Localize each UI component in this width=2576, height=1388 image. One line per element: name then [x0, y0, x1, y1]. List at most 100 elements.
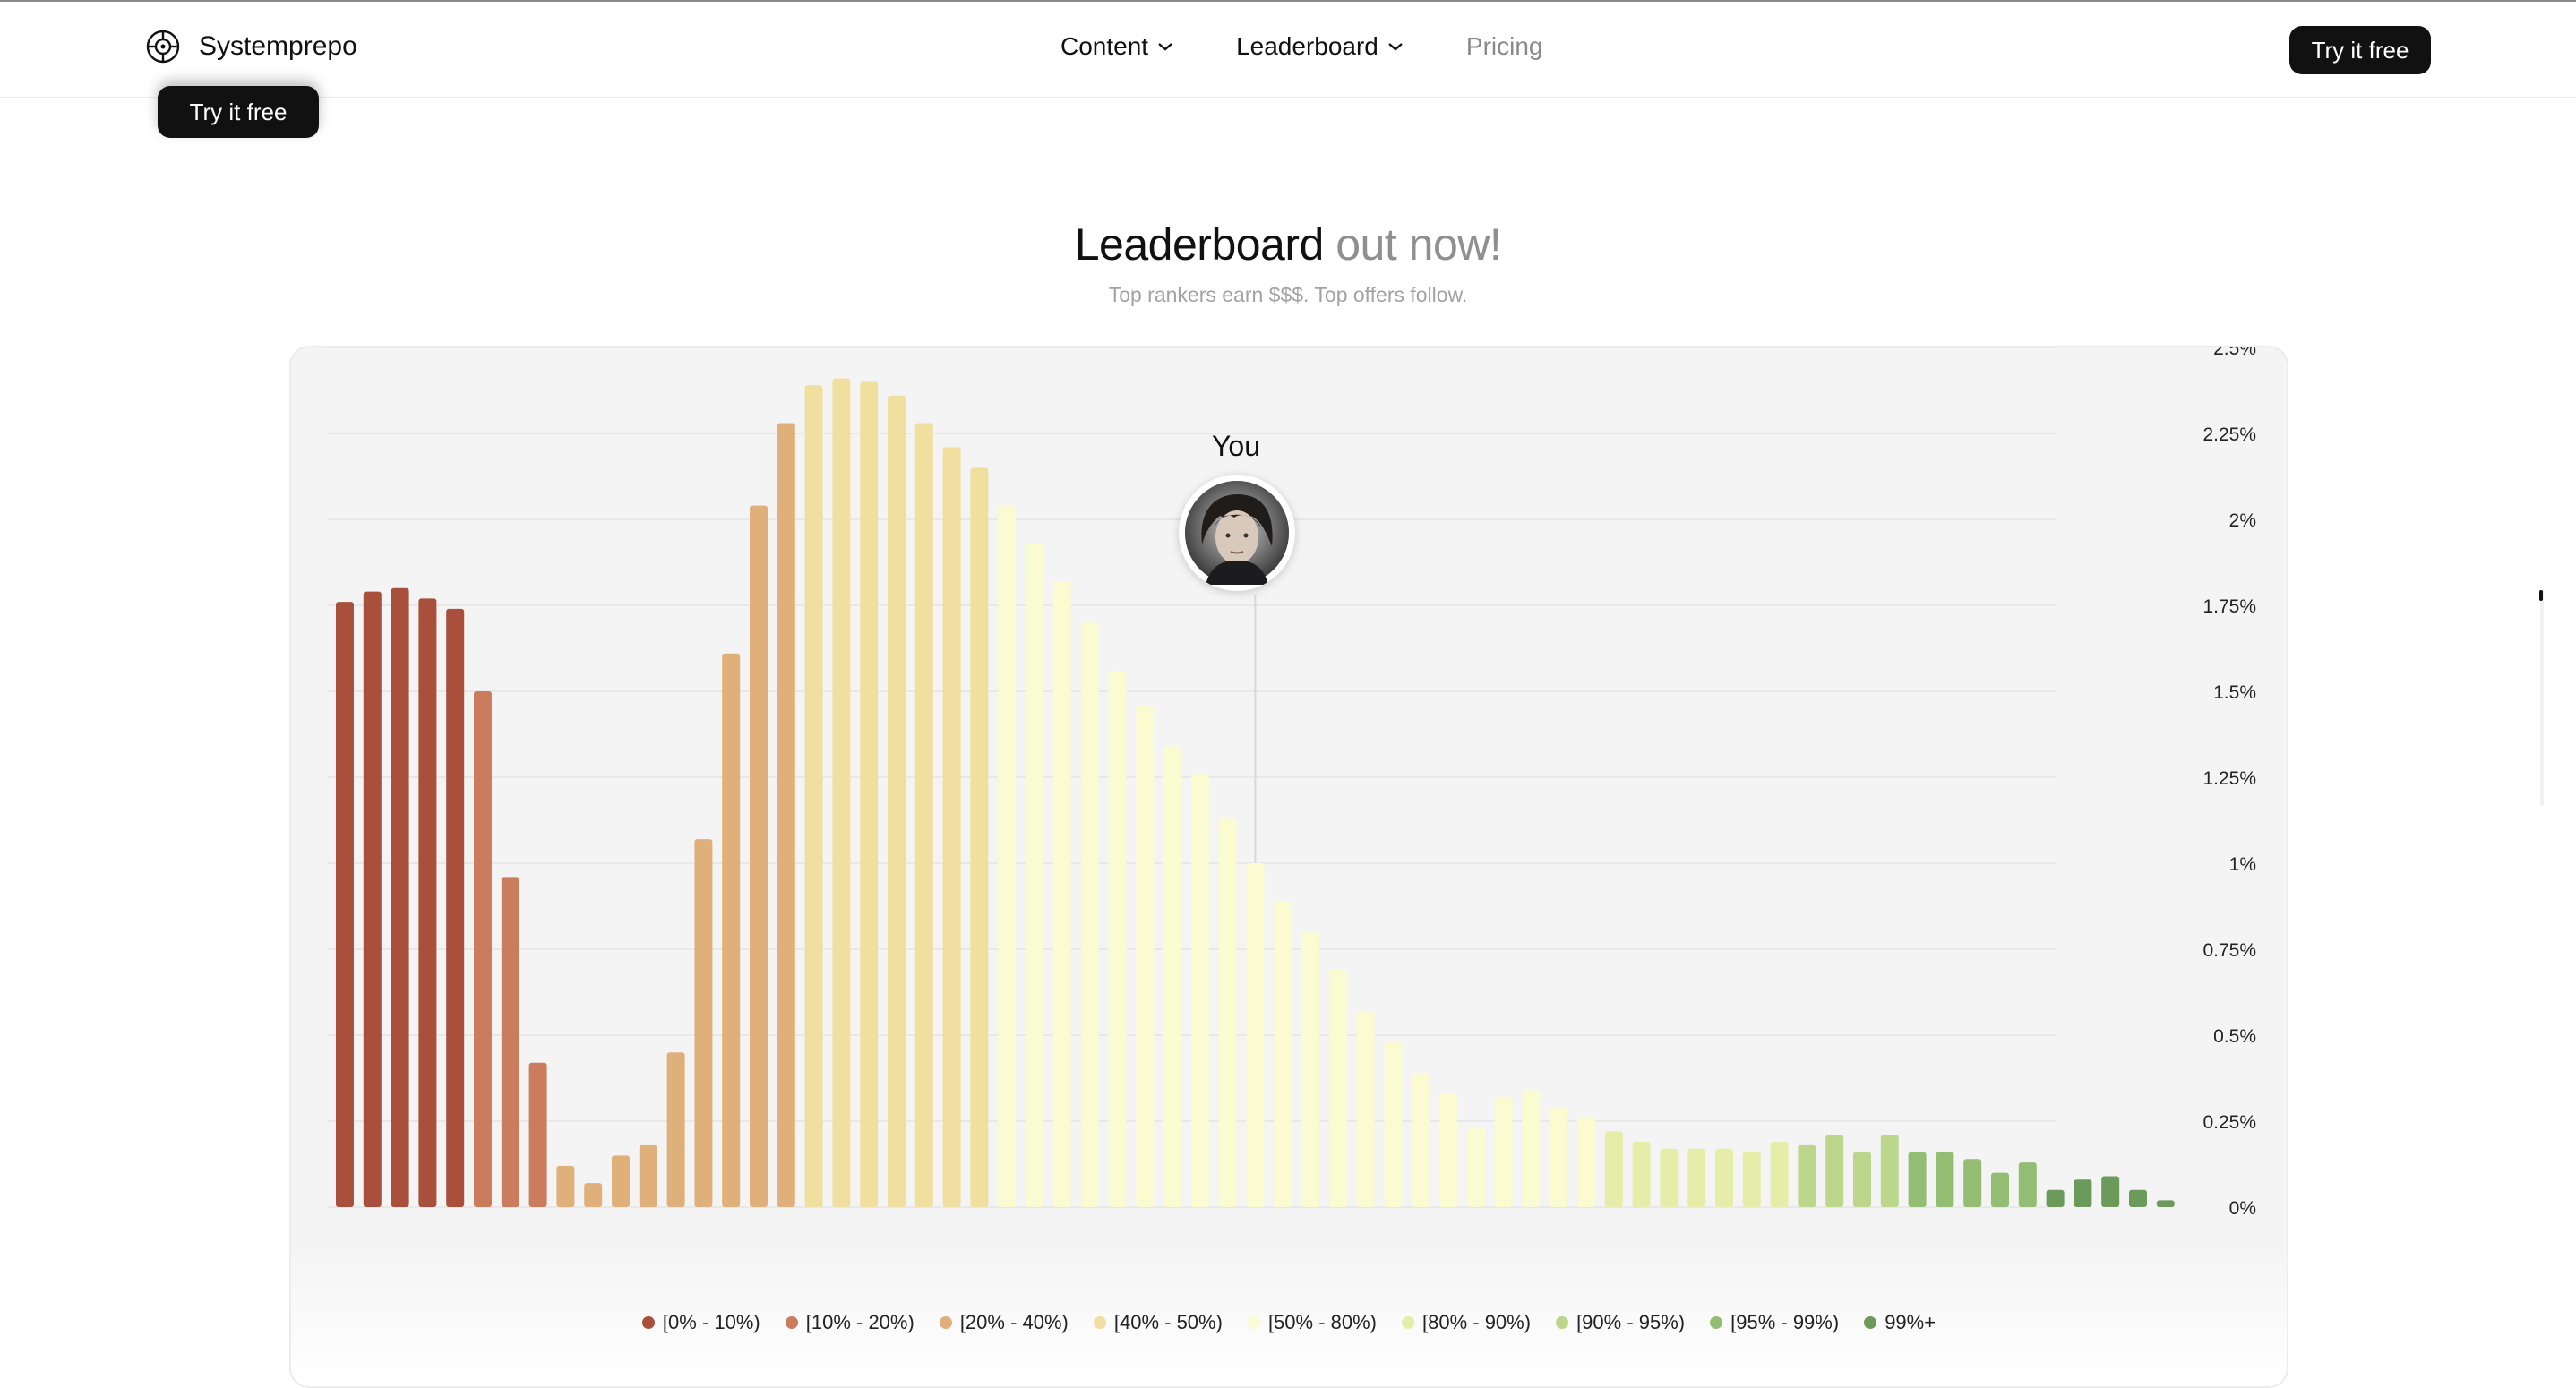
chart-bar[interactable] — [1880, 1135, 1899, 1207]
chart-bar[interactable] — [1908, 1152, 1927, 1207]
chart-bar[interactable] — [1660, 1148, 1679, 1207]
chart-bar[interactable] — [1026, 543, 1043, 1207]
chart-bar[interactable] — [750, 505, 768, 1207]
chart-bar[interactable] — [1246, 863, 1265, 1207]
chart-bar[interactable] — [418, 598, 437, 1207]
chart-bar[interactable] — [1632, 1142, 1651, 1207]
legend-swatch — [1247, 1316, 1260, 1329]
legend-item[interactable]: [90% - 95%) — [1556, 1311, 1685, 1334]
chart-bar[interactable] — [1328, 970, 1347, 1207]
nav-pricing[interactable]: Pricing — [1466, 32, 1543, 61]
chart-bar[interactable] — [777, 423, 795, 1208]
legend-item[interactable]: [10% - 20%) — [785, 1311, 914, 1334]
y-tick-label: 1.75% — [2202, 596, 2256, 617]
chart-bar[interactable] — [336, 602, 354, 1207]
legend-item[interactable]: [50% - 80%) — [1247, 1311, 1377, 1334]
legend-label: [90% - 95%) — [1576, 1311, 1686, 1333]
chart-bar[interactable] — [1550, 1107, 1568, 1207]
chart-bar[interactable] — [1356, 1011, 1375, 1207]
chart-bar[interactable] — [694, 839, 713, 1207]
chart-bar[interactable] — [860, 381, 879, 1207]
brand[interactable]: Systemprepo — [145, 29, 357, 64]
legend-swatch — [1402, 1316, 1414, 1329]
chart-bar[interactable] — [1715, 1148, 1733, 1207]
chart-bar[interactable] — [1108, 670, 1127, 1207]
chart-bar[interactable] — [1274, 901, 1292, 1207]
legend-item[interactable]: [40% - 50%) — [1093, 1311, 1223, 1334]
crosshair-icon — [146, 30, 180, 64]
chart-bar[interactable] — [1770, 1142, 1789, 1207]
legend-label: [95% - 99%) — [1730, 1311, 1840, 1333]
chart-bar[interactable] — [970, 467, 989, 1207]
legend-swatch — [785, 1316, 798, 1329]
chart-bar[interactable] — [1963, 1159, 1982, 1207]
chart-bar[interactable] — [888, 395, 906, 1207]
legend-label: [0% - 10%) — [662, 1311, 760, 1333]
avatar[interactable] — [1179, 475, 1295, 591]
chart-bar[interactable] — [1604, 1131, 1623, 1207]
legend-label: [10% - 20%) — [805, 1311, 914, 1333]
chart-bar[interactable] — [832, 378, 851, 1207]
chart-bar[interactable] — [2074, 1179, 2092, 1207]
chart-bar[interactable] — [1522, 1090, 1541, 1207]
legend-item[interactable]: [95% - 99%) — [1710, 1311, 1839, 1334]
scrollbar-thumb[interactable] — [2539, 590, 2543, 601]
chart-bar[interactable] — [666, 1052, 685, 1207]
chart-bar[interactable] — [1052, 581, 1071, 1207]
chart-bar[interactable] — [1798, 1144, 1816, 1207]
chart-bar[interactable] — [474, 691, 492, 1207]
section-subtitle: Top rankers earn $$$. Top offers follow. — [1108, 283, 1468, 306]
scrollbar[interactable] — [2540, 591, 2544, 806]
chart-bar[interactable] — [1412, 1073, 1430, 1207]
section-title: Leaderboard out now! — [0, 218, 2576, 270]
legend-label: 99%+ — [1885, 1311, 1936, 1333]
chart-bar[interactable] — [1494, 1097, 1513, 1207]
nav-content[interactable]: Content — [1060, 32, 1173, 61]
chart-bar[interactable] — [1384, 1041, 1403, 1207]
chart-bar[interactable] — [1853, 1152, 1871, 1207]
chart-bar[interactable] — [612, 1155, 630, 1207]
chart-bar[interactable] — [1577, 1118, 1595, 1207]
chart-bar[interactable] — [556, 1165, 575, 1207]
legend-item[interactable]: 99%+ — [1864, 1311, 1936, 1334]
try-free-ghost-button[interactable]: Try it free — [158, 86, 319, 138]
chart-bar[interactable] — [1936, 1152, 1954, 1207]
nav-content-label: Content — [1060, 32, 1149, 60]
chart-bar[interactable] — [804, 385, 823, 1207]
chart-bar[interactable] — [1218, 818, 1237, 1207]
chart-bar[interactable] — [1163, 746, 1181, 1207]
chart-bar[interactable] — [1190, 774, 1209, 1207]
legend-item[interactable]: [80% - 90%) — [1402, 1311, 1531, 1334]
legend-label: [40% - 50%) — [1113, 1311, 1223, 1333]
chart-bar[interactable] — [1991, 1172, 2009, 1207]
chart-bar[interactable] — [1825, 1135, 1844, 1207]
chart-bar[interactable] — [2129, 1189, 2147, 1207]
chart-bar[interactable] — [391, 587, 409, 1207]
chart-bar[interactable] — [639, 1144, 657, 1207]
chart-bar[interactable] — [2018, 1162, 2037, 1207]
chart-bar[interactable] — [2156, 1200, 2175, 1207]
legend-item[interactable]: [0% - 10%) — [641, 1311, 760, 1334]
chart-bar[interactable] — [2046, 1189, 2065, 1207]
chart-bar[interactable] — [501, 877, 519, 1207]
chart-bar[interactable] — [1136, 705, 1155, 1207]
try-free-button[interactable]: Try it free — [2289, 26, 2431, 74]
chart-bar[interactable] — [1080, 622, 1099, 1207]
chart-bar[interactable] — [1466, 1127, 1485, 1207]
chart-bar[interactable] — [998, 505, 1017, 1207]
chart-bar[interactable] — [584, 1183, 603, 1207]
chart-bar[interactable] — [1742, 1152, 1761, 1207]
chart-bar[interactable] — [363, 591, 382, 1207]
chart-bar[interactable] — [1687, 1148, 1706, 1207]
chart-bar[interactable] — [1439, 1093, 1457, 1207]
legend-item[interactable]: [20% - 40%) — [939, 1311, 1069, 1334]
nav-leaderboard[interactable]: Leaderboard — [1236, 32, 1404, 61]
chart-bar[interactable] — [528, 1062, 547, 1207]
chart-bar[interactable] — [914, 423, 933, 1208]
chart-bar[interactable] — [446, 608, 465, 1207]
chart-bar[interactable] — [942, 447, 961, 1207]
chart-bar[interactable] — [2101, 1176, 2120, 1207]
chart-bar[interactable] — [1301, 931, 1319, 1207]
chart-bar[interactable] — [722, 653, 741, 1207]
y-tick-label: 0.5% — [2213, 1026, 2256, 1047]
